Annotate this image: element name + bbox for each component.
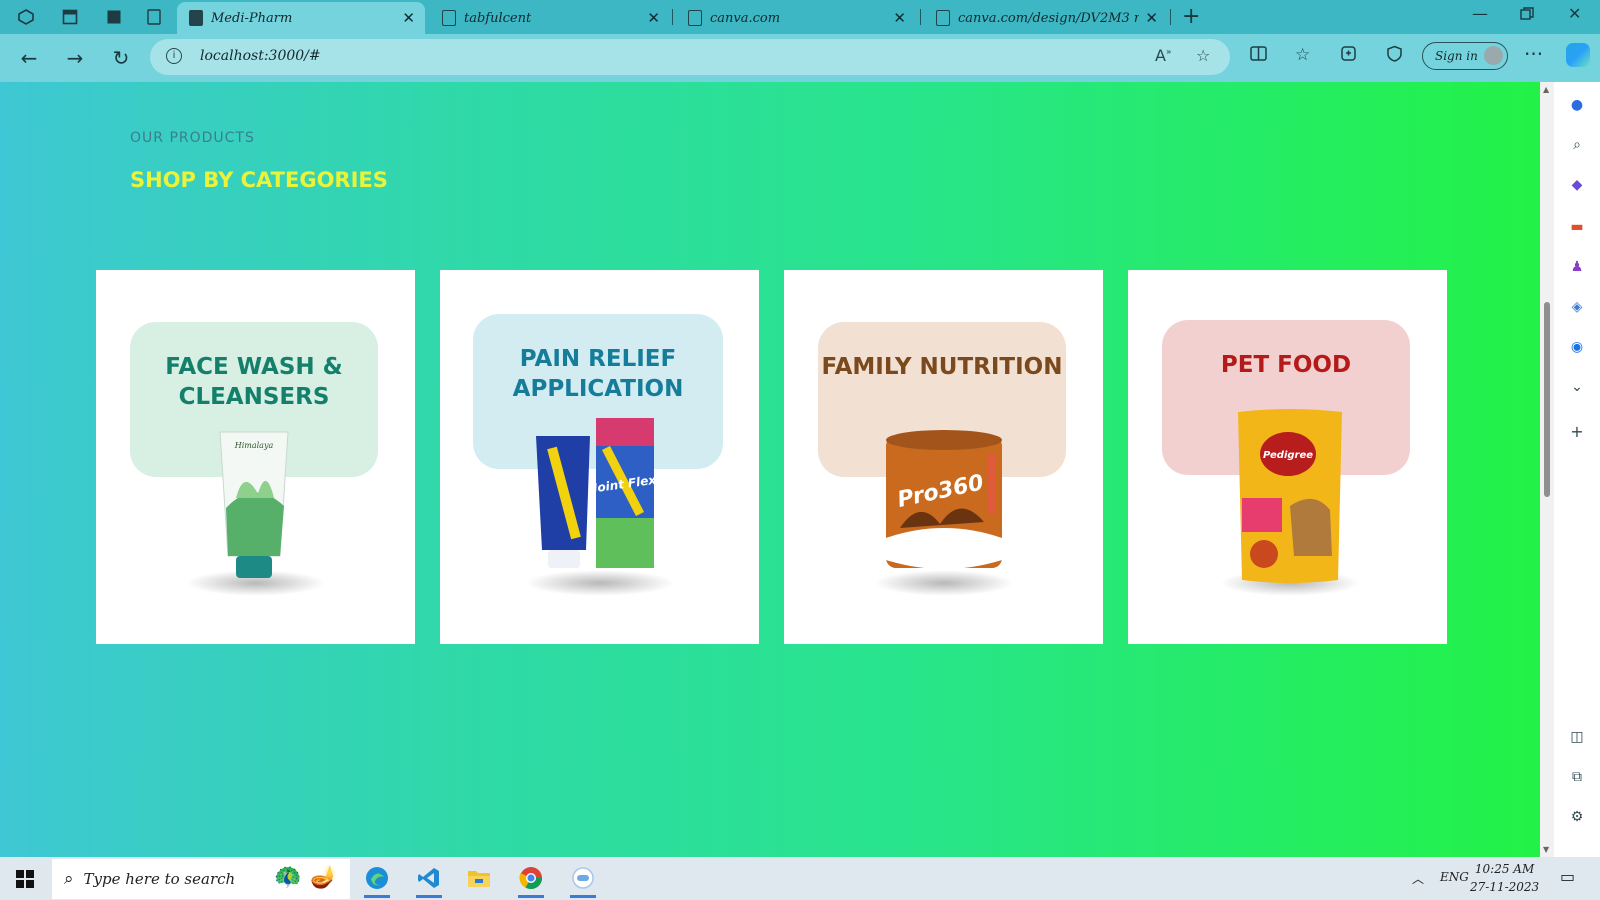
windows-taskbar: ⌕ Type here to search 🦚 🪔 ︿ ENG 10:25 AM… [0,857,1600,900]
notification-center-icon[interactable]: ▭ [1560,867,1575,886]
face-wash-tube-image: Himalaya [219,431,289,578]
minimize-icon[interactable]: — [1472,4,1488,23]
scroll-up-arrow-icon[interactable]: ▲ [1543,85,1549,94]
category-label: FAMILY NUTRITION [821,354,1063,380]
restore-icon[interactable] [1520,6,1534,25]
tray-overflow-chevron-icon[interactable]: ︿ [1412,870,1424,887]
browser-tab-strip: Medi-Pharm ✕ tabfulcent ✕ canva.com ✕ ca… [0,0,1600,34]
workspaces-icon[interactable] [16,7,36,27]
sidebar-microsoft365-icon[interactable]: ◈ [1568,298,1586,316]
sidebar-outlook-icon[interactable]: ◉ [1568,338,1586,356]
taskbar-app-icon[interactable] [568,863,598,898]
pinned-tab-icon[interactable] [144,7,164,27]
address-bar[interactable]: i localhost:3000/# A» ☆ [150,39,1230,75]
tab-separator [1170,9,1171,25]
sidebar-search-icon[interactable]: ⌕ [1568,136,1586,154]
page-viewport: OUR PRODUCTS SHOP BY CATEGORIES FACE WAS… [0,82,1540,857]
sidebar-games-icon[interactable]: ♟ [1568,258,1586,276]
category-card-family-nutrition[interactable]: FAMILY NUTRITION Pro360 [784,270,1103,644]
sidebar-external-icon[interactable]: ⧉ [1568,768,1586,786]
tab-label: Medi-Pharm [211,10,293,26]
clock-time: 10:25 AM [1474,862,1535,876]
back-arrow-icon[interactable]: ← [14,43,44,73]
page-scrollbar[interactable]: ▲ ▼ [1540,82,1554,857]
category-label: FACE WASH & CLEANSERS [165,354,343,410]
tab-label: canva.com/design/DV2M3 nl [958,10,1140,26]
edge-sidebar: ● ⌕ ◆ ▬ ♟ ◈ ◉ ⌄ + ◫ ⧉ ⚙ [1554,82,1600,857]
section-heading: SHOP BY CATEGORIES [130,168,388,192]
close-tab-icon[interactable]: ✕ [1145,9,1158,27]
scroll-down-arrow-icon[interactable]: ▼ [1543,845,1549,854]
url-text[interactable]: localhost:3000/# [200,48,321,64]
nutrition-tin-image: Pro360 [886,430,1002,569]
more-options-icon[interactable]: ··· [1524,42,1543,66]
tab-medi-pharm[interactable]: Medi-Pharm ✕ [177,2,425,34]
section-eyebrow: OUR PRODUCTS [130,130,255,146]
collections-toolbar-icon[interactable] [1340,45,1357,67]
forward-arrow-icon[interactable]: → [60,43,90,73]
page-favicon-icon [442,10,456,26]
scrollbar-thumb[interactable] [1544,302,1550,497]
sign-in-label: Sign in [1435,49,1478,63]
profile-avatar-icon [1484,46,1503,65]
sidebar-settings-icon[interactable]: ⚙ [1568,808,1586,826]
pet-food-bag-image: Pedigree [1238,409,1342,583]
read-aloud-icon[interactable]: A» [1155,46,1171,65]
language-indicator[interactable]: ENG [1440,870,1469,884]
taskbar-edge-icon[interactable] [362,863,392,898]
page-favicon-icon [936,10,950,26]
close-tab-icon[interactable]: ✕ [402,9,415,27]
taskbar-clock[interactable]: 10:25 AM 27-11-2023 [1470,860,1539,896]
sidebar-tools-icon[interactable]: ▬ [1568,218,1586,236]
page-favicon-icon [189,10,203,26]
product-brand-text: Pedigree [1263,450,1313,461]
copilot-icon[interactable] [1566,43,1590,67]
site-info-icon[interactable]: i [166,48,182,64]
close-tab-icon[interactable]: ✕ [893,9,906,27]
taskbar-vscode-icon[interactable] [414,863,444,898]
tab-separator [920,9,921,25]
sidebar-add-icon[interactable]: + [1568,422,1586,441]
category-label: PAIN RELIEF APPLICATION [512,346,684,402]
category-label: PET FOOD [1220,352,1352,378]
favorites-icon[interactable]: ☆ [1295,45,1310,65]
favorite-star-icon[interactable]: ☆ [1196,46,1210,65]
split-screen-icon[interactable] [1250,45,1267,67]
tab-label: tabfulcent [464,10,532,26]
diya-widget-icon[interactable]: 🪔 [310,865,337,890]
collections-icon[interactable] [104,7,124,27]
category-card-pain-relief[interactable]: PAIN RELIEF APPLICATION Joint Flex [440,270,759,644]
category-card-pet-food[interactable]: PET FOOD Pedigree [1128,270,1447,644]
new-tab-plus-icon[interactable]: + [1182,4,1200,29]
tab-fourth[interactable]: canva.com/design/DV2M3 nl ✕ [924,2,1168,34]
close-window-icon[interactable]: ✕ [1568,4,1581,23]
page-favicon-icon [688,10,702,26]
close-tab-icon[interactable]: ✕ [647,9,660,27]
news-widget-icon[interactable]: 🦚 [274,865,301,890]
tab-actions-icon[interactable] [60,7,80,27]
tab-separator [672,9,673,25]
tab-second[interactable]: tabfulcent ✕ [430,2,670,34]
sidebar-copilot-icon[interactable]: ● [1568,96,1586,114]
sidebar-panel-icon[interactable]: ◫ [1568,728,1586,746]
category-card-face-wash[interactable]: FACE WASH & CLEANSERS Himalaya [96,270,415,644]
browser-toolbar: ← → ↻ i localhost:3000/# A» ☆ ☆ Sign in … [0,34,1600,82]
windows-start-icon[interactable] [16,870,34,888]
sidebar-shopping-icon[interactable]: ◆ [1568,176,1586,194]
taskbar-search-box[interactable]: ⌕ Type here to search 🦚 🪔 [52,859,350,899]
browser-essentials-icon[interactable] [1386,45,1403,67]
search-placeholder: Type here to search [83,870,236,888]
reload-icon[interactable]: ↻ [106,43,136,73]
taskbar-file-explorer-icon[interactable] [464,863,494,893]
product-brand-text: Himalaya [234,441,274,450]
tab-label: canva.com [710,10,781,26]
clock-date: 27-11-2023 [1470,880,1540,894]
sign-in-button[interactable]: Sign in [1422,42,1508,70]
pain-relief-products-image: Joint Flex [536,418,658,568]
taskbar-chrome-icon[interactable] [516,863,546,898]
tab-third[interactable]: canva.com ✕ [676,2,916,34]
sidebar-drop-icon[interactable]: ⌄ [1568,378,1586,396]
search-icon: ⌕ [64,869,74,889]
